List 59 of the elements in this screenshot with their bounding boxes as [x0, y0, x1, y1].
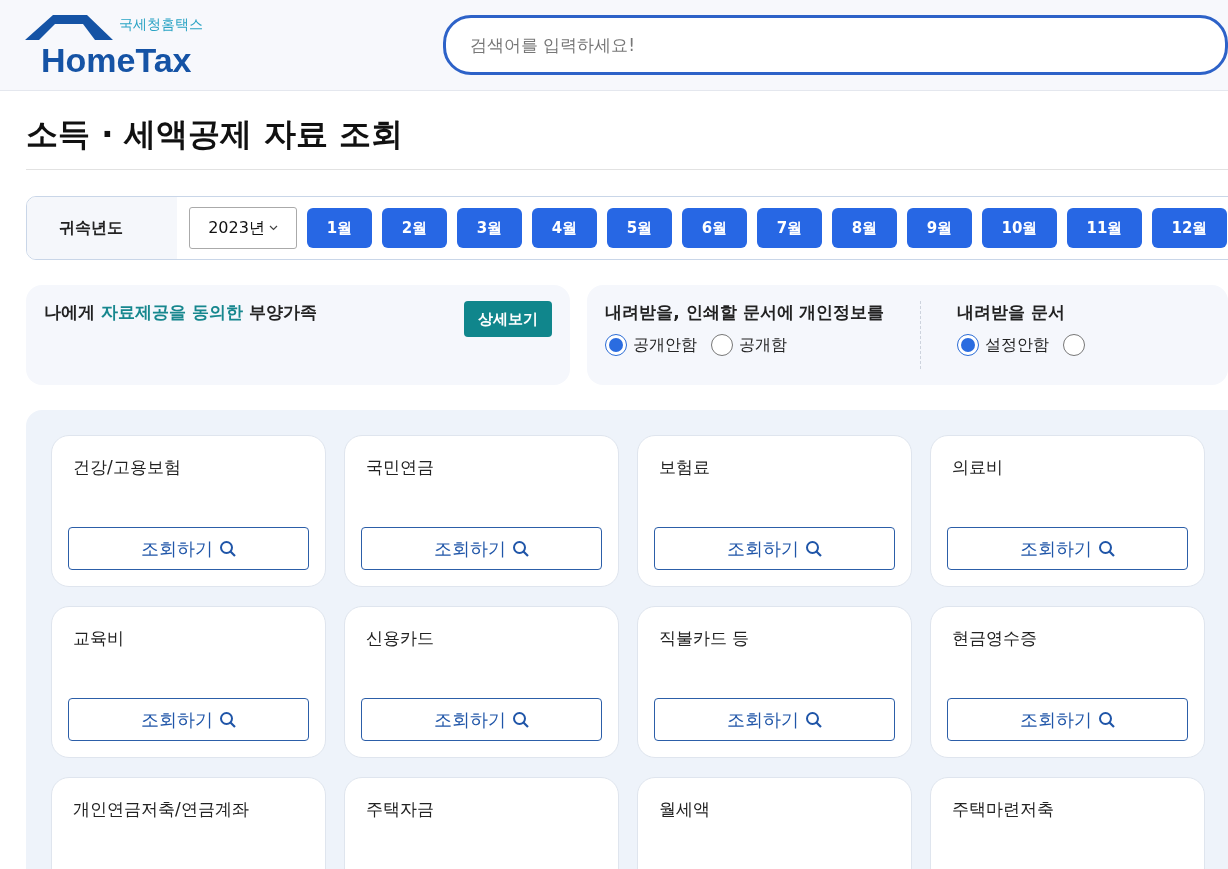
card-title: 개인연금저축/연금계좌 [73, 798, 250, 821]
radio-label: 설정안함 [985, 334, 1050, 356]
page-title: 소득 · 세액공제 자료 조회 [26, 91, 1228, 170]
search-icon [511, 710, 530, 729]
lookup-button[interactable]: 조회하기 [68, 527, 309, 570]
search-field[interactable]: 검색어를 입력하세요! [442, 15, 1228, 75]
logo-subtitle: 국세청홈택스 [119, 15, 203, 34]
lookup-button[interactable]: 조회하기 [361, 698, 602, 741]
card-title: 월세액 [659, 798, 711, 821]
month-button[interactable]: 11월 [1067, 208, 1142, 248]
lookup-button[interactable]: 조회하기 [947, 698, 1188, 741]
house-roof-icon [25, 13, 115, 42]
month-button[interactable]: 9월 [907, 208, 972, 248]
consent-title: 나에게 자료제공을 동의한 부양가족 [44, 301, 317, 324]
card-title: 직불카드 등 [659, 627, 751, 650]
detail-button[interactable]: 상세보기 [464, 301, 553, 337]
setting-title: 내려받을, 인쇄할 문서에 개인정보를 [605, 301, 885, 324]
lookup-button[interactable]: 조회하기 [68, 698, 309, 741]
radio-button[interactable] [1063, 334, 1086, 356]
search-icon [1097, 539, 1116, 558]
card-title: 주택자금 [366, 798, 435, 821]
search-icon [1097, 710, 1116, 729]
month-button[interactable]: 5월 [607, 208, 672, 248]
search-icon [804, 539, 823, 558]
month-button[interactable]: 8월 [832, 208, 897, 248]
month-button[interactable]: 7월 [757, 208, 822, 248]
card-title: 의료비 [952, 456, 1004, 479]
month-button[interactable]: 12월 [1152, 208, 1227, 248]
radio-button[interactable] [957, 334, 980, 356]
month-button[interactable]: 2월 [382, 208, 447, 248]
card-title: 현금영수증 [952, 627, 1038, 650]
card-title: 신용카드 [366, 627, 435, 650]
search-icon [511, 539, 530, 558]
search-icon [218, 539, 237, 558]
lookup-button[interactable]: 조회하기 [654, 698, 895, 741]
card-title: 주택마련저축 [952, 798, 1055, 821]
setting-title: 내려받을 문서 [957, 301, 1067, 324]
card-title: 건강/고용보험 [73, 456, 182, 479]
month-button[interactable]: 1월 [307, 208, 372, 248]
radio-label: 공개함 [739, 334, 788, 356]
chevron-down-icon [268, 225, 278, 231]
lookup-button[interactable]: 조회하기 [361, 527, 602, 570]
month-button[interactable]: 6월 [682, 208, 747, 248]
year-select[interactable]: 2023년 [189, 207, 297, 249]
lookup-button[interactable]: 조회하기 [947, 527, 1188, 570]
radio-label: 공개안함 [633, 334, 698, 356]
logo-text[interactable]: HomeTax [41, 42, 443, 77]
radio-button[interactable] [605, 334, 628, 356]
month-button[interactable]: 4월 [532, 208, 597, 248]
lookup-button[interactable]: 조회하기 [654, 527, 895, 570]
card-title: 국민연금 [366, 456, 435, 479]
month-button[interactable]: 3월 [457, 208, 522, 248]
month-button[interactable]: 10월 [982, 208, 1057, 248]
radio-button[interactable] [711, 334, 734, 356]
card-title: 보험료 [659, 456, 711, 479]
card-title: 교육비 [73, 627, 125, 650]
search-icon [218, 710, 237, 729]
year-label: 귀속년도 [27, 197, 177, 259]
search-icon [804, 710, 823, 729]
